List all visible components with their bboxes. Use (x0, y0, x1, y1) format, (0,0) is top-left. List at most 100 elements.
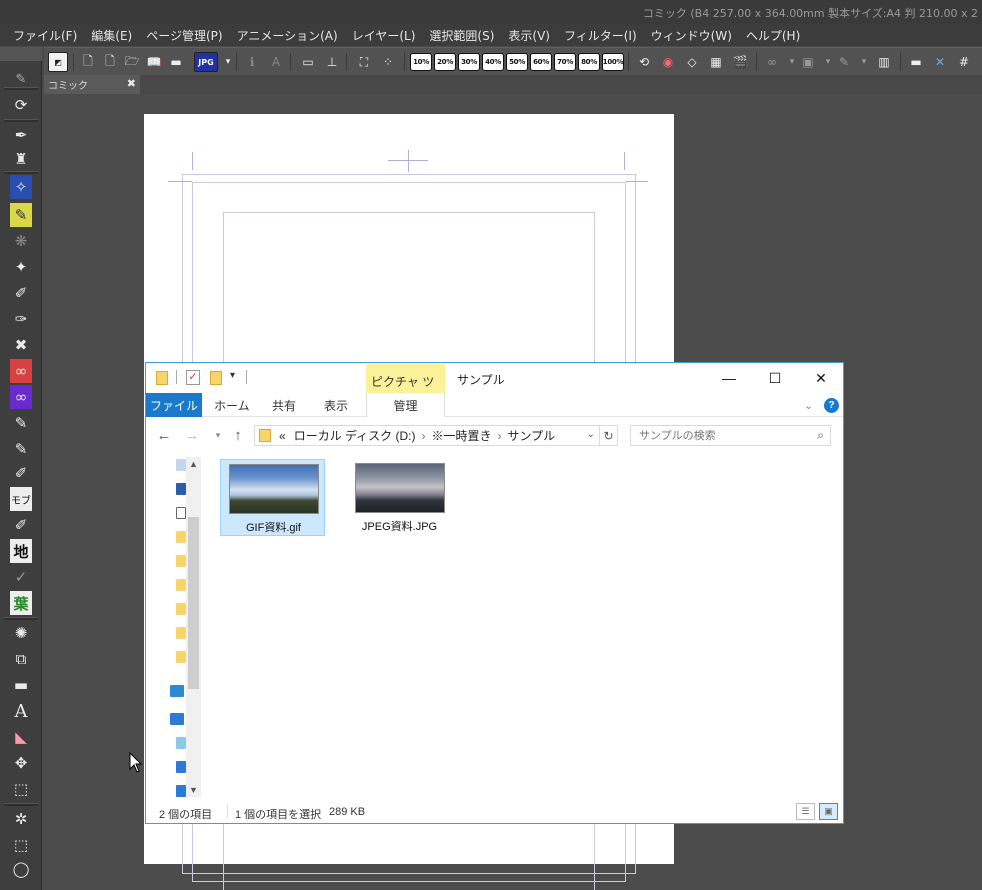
menu-page[interactable]: ページ管理(P) (139, 27, 229, 44)
sparkle-icon[interactable]: ✦ (8, 255, 34, 279)
chevron-down-icon[interactable]: ▾ (218, 52, 238, 72)
breadcrumb-overflow[interactable]: « (279, 429, 286, 443)
grid-icon[interactable]: # (954, 52, 974, 72)
refresh-icon[interactable]: ↻ (599, 425, 618, 446)
menu-help[interactable]: ヘルプ(H) (739, 27, 807, 44)
link-icon[interactable]: ∞ (762, 52, 782, 72)
zoom-80-button[interactable]: 80% (578, 53, 600, 71)
folder-icon[interactable] (176, 531, 186, 543)
help-icon[interactable]: ? (824, 398, 839, 413)
quick-access-icon[interactable] (176, 459, 186, 471)
pen-nib-icon[interactable]: ✒ (8, 123, 34, 147)
search-box[interactable]: ⌕ (630, 425, 831, 446)
chevron-down-icon[interactable]: ⌄ (587, 429, 595, 440)
stroke-brush-icon[interactable]: ✐ (8, 513, 34, 537)
menu-window[interactable]: ウィンドウ(W) (644, 27, 739, 44)
clapper-icon[interactable]: 🎬 (730, 52, 750, 72)
rotate-icon[interactable]: ⟲ (634, 52, 654, 72)
highlighter-icon[interactable]: ✎ (10, 203, 32, 227)
dots-icon[interactable]: ⁘ (378, 52, 398, 72)
menu-file[interactable]: ファイル(F) (6, 27, 84, 44)
camera-icon[interactable]: ▬ (906, 52, 926, 72)
menu-layer[interactable]: レイヤー(L) (345, 27, 423, 44)
search-icon[interactable]: ⌕ (817, 428, 824, 443)
layer-icon[interactable]: ▣ (798, 52, 818, 72)
save-icon[interactable]: ▬ (166, 52, 186, 72)
ground-brush-icon[interactable]: 地 (10, 539, 32, 563)
ruler-icon[interactable]: ▭ (298, 52, 318, 72)
open-folder-icon[interactable]: 🗁 (122, 52, 142, 72)
magic-wand-icon[interactable]: ✲ (8, 807, 34, 831)
drive-icon[interactable] (176, 785, 186, 797)
transform-icon[interactable]: ⧉ (8, 647, 34, 671)
text-a-icon[interactable]: A (266, 52, 286, 72)
breadcrumb-current[interactable]: サンプル (508, 427, 556, 444)
zoom-100-button[interactable]: 100% (602, 53, 624, 71)
back-arrow-icon[interactable]: ← (154, 425, 174, 445)
sparkle-brush-icon[interactable]: ✧ (10, 175, 32, 199)
close-icon[interactable]: ✖ (127, 77, 136, 90)
new-file-icon[interactable]: 🗋 (78, 52, 98, 72)
menu-filter[interactable]: フィルター(I) (557, 27, 644, 44)
brush-icon[interactable]: ✐ (8, 281, 34, 305)
properties-icon[interactable]: ✓ (186, 370, 200, 385)
gradient-tool-icon[interactable]: ▬ (8, 673, 34, 697)
object-icon[interactable]: ⬚ (8, 777, 34, 801)
file-list[interactable]: GIF資料.gif JPEG資料.JPG (203, 453, 841, 798)
folder-icon[interactable] (176, 555, 186, 567)
tab-manage[interactable]: 管理 (366, 393, 445, 417)
file-item[interactable]: JPEG資料.JPG (347, 459, 452, 536)
zoom-70-button[interactable]: 70% (554, 53, 576, 71)
search-input[interactable] (639, 429, 799, 442)
navigation-scrollbar[interactable]: ▲ ▼ (186, 457, 201, 797)
folder-icon[interactable] (176, 603, 186, 615)
lasso-icon[interactable]: ◯ (8, 857, 34, 881)
close-button[interactable]: ✕ (798, 363, 844, 393)
large-icons-view-icon[interactable]: ▣ (819, 803, 838, 820)
rect-select-icon[interactable]: ⬚ (8, 833, 34, 857)
desktop-icon[interactable] (176, 483, 186, 495)
maximize-button[interactable]: ☐ (752, 363, 798, 393)
zoom-20-button[interactable]: 20% (434, 53, 456, 71)
file-item[interactable]: GIF資料.gif (220, 459, 325, 536)
forward-arrow-icon[interactable]: → (182, 425, 202, 445)
settings-icon[interactable] (176, 507, 186, 519)
stamp-icon[interactable]: ♜ (8, 147, 34, 171)
zoom-60-button[interactable]: 60% (530, 53, 552, 71)
new-page-icon[interactable]: 🗋 (100, 52, 120, 72)
zoom-30-button[interactable]: 30% (458, 53, 480, 71)
up-arrow-icon[interactable]: ↑ (228, 425, 248, 445)
airbrush-icon[interactable]: ✑ (8, 307, 34, 331)
fit-icon[interactable]: ⛶ (354, 52, 374, 72)
crowd-brush-icon[interactable]: ✐ (8, 461, 34, 485)
folder-icon[interactable] (176, 651, 186, 663)
checker-icon[interactable]: ▦ (706, 52, 726, 72)
star-brush-icon[interactable]: ✖ (8, 333, 34, 357)
dropbox-icon[interactable] (170, 685, 184, 697)
menu-view[interactable]: 表示(V) (501, 27, 557, 44)
new-folder-icon[interactable] (210, 371, 222, 385)
fine-pen-icon[interactable]: ✎ (8, 437, 34, 461)
scroll-down-icon[interactable]: ▼ (189, 785, 198, 795)
this-pc-icon[interactable] (170, 713, 184, 725)
info-icon[interactable]: ℹ (242, 52, 262, 72)
navigator-icon[interactable]: ◩ (48, 52, 68, 72)
zoom-40-button[interactable]: 40% (482, 53, 504, 71)
text-tool-icon[interactable]: A (8, 699, 34, 723)
burst-icon[interactable]: ✺ (8, 621, 34, 645)
crop-icon[interactable]: ⊥ (322, 52, 342, 72)
rotate-tool-icon[interactable]: ⟳ (8, 93, 34, 117)
tab-document[interactable]: コミック ✖ (44, 75, 140, 94)
gradient-icon[interactable]: ▥ (874, 52, 894, 72)
export-jpg-icon[interactable]: JPG (194, 52, 218, 72)
folder-icon[interactable] (176, 579, 186, 591)
menu-edit[interactable]: 編集(E) (84, 27, 139, 44)
diamond-icon[interactable]: ◇ (682, 52, 702, 72)
drive-icon[interactable] (176, 737, 186, 749)
balloon-icon[interactable]: ◣ (8, 725, 34, 749)
chevron-down-icon[interactable]: ▾ (854, 52, 874, 72)
blur-icon[interactable]: ❋ (8, 229, 34, 253)
customize-qat-icon[interactable]: ▾ (230, 370, 235, 381)
perspective-icon[interactable]: ✕ (930, 52, 950, 72)
tab-file[interactable]: ファイル (146, 393, 202, 417)
